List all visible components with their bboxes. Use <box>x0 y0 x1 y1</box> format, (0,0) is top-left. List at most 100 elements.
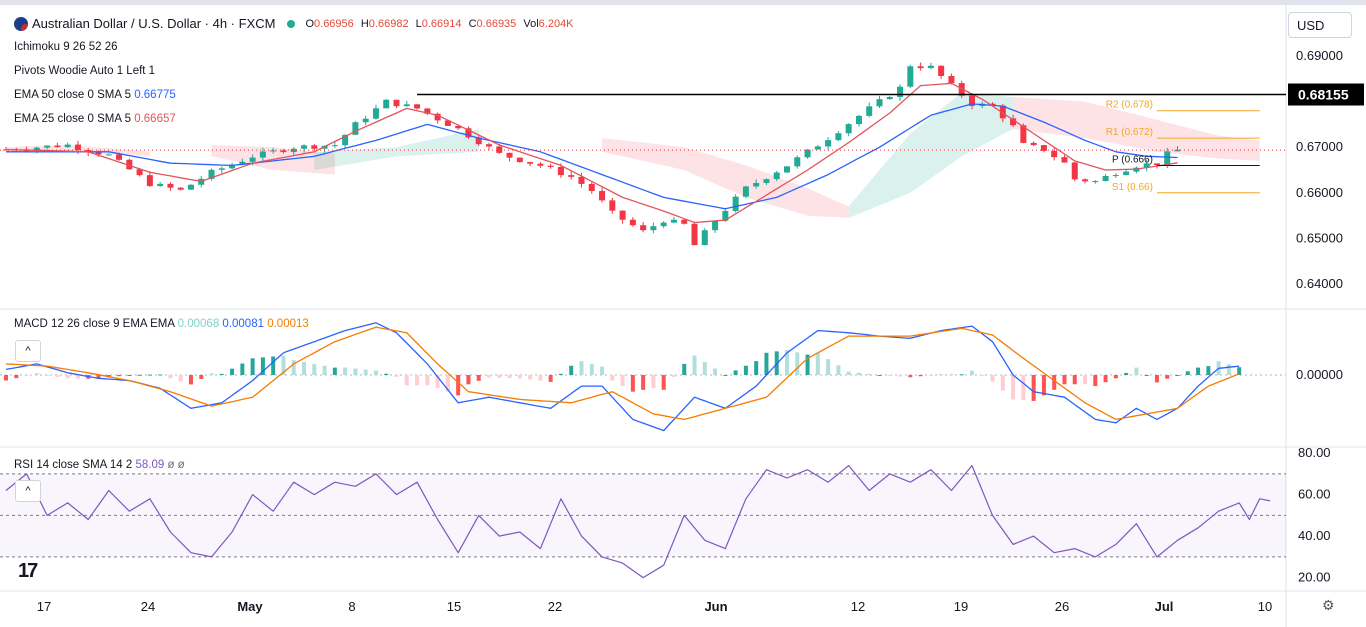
candle-body <box>527 162 534 164</box>
time-tick-label: 22 <box>548 599 562 614</box>
candle-body <box>619 210 626 220</box>
candle-body <box>588 183 595 191</box>
candle-body <box>74 144 81 150</box>
candle <box>64 142 71 148</box>
candle-body <box>701 230 708 246</box>
macd-signal-line <box>5 326 1240 421</box>
macd-histogram-bar <box>692 355 697 375</box>
legend-ema25[interactable]: EMA 25 close 0 SMA 5 0.66657 <box>14 113 176 125</box>
candle <box>1112 173 1119 178</box>
macd-histogram-bar <box>394 375 399 377</box>
candle <box>629 217 636 227</box>
macd-histogram-bar <box>651 375 656 388</box>
candle-body <box>814 146 821 150</box>
candle <box>917 62 924 71</box>
macd-histogram-bar <box>959 374 964 376</box>
candle-body <box>650 226 657 231</box>
candle <box>1040 144 1047 153</box>
candle-body <box>917 66 924 69</box>
candle-body <box>290 148 297 153</box>
candle <box>650 222 657 234</box>
candle <box>157 181 164 187</box>
candle <box>835 131 842 142</box>
macd-histogram-bar <box>569 365 574 375</box>
collapse-macd-button[interactable]: ^ <box>15 340 41 362</box>
legend-macd[interactable]: MACD 12 26 close 9 EMA EMA 0.00068 0.000… <box>14 318 309 330</box>
tv-logo-text: 17 <box>18 560 38 582</box>
time-tick-label: Jul <box>1155 599 1174 614</box>
chart-root: R2 (0.678) R1 (0.672) P (0.666) S1 (0.66) 0… <box>0 0 1366 627</box>
chevron-up-icon: ^ <box>25 345 31 357</box>
macd-histogram-bar <box>1072 375 1077 385</box>
candle-body <box>681 219 688 224</box>
price-tick-label: 0.65000 <box>1296 230 1343 245</box>
macd-histogram-bar <box>846 371 851 375</box>
macd-histogram-bar <box>1093 375 1098 387</box>
candle <box>547 163 554 169</box>
candle-body <box>485 144 492 147</box>
macd-histogram-bar <box>661 375 666 390</box>
macd-histogram-bar <box>384 373 389 375</box>
macd-histogram-bar <box>363 369 368 375</box>
macd-histogram-bar <box>610 375 615 381</box>
macd-signal-value: 0.00013 <box>267 318 309 330</box>
candle <box>876 95 883 108</box>
collapse-rsi-button[interactable]: ^ <box>15 480 41 502</box>
symbol-title[interactable]: Australian Dollar / U.S. Dollar · 4h · F… <box>32 16 275 31</box>
candle-body <box>876 99 883 107</box>
open-value: 0.66956 <box>314 17 354 30</box>
candle <box>1030 141 1037 147</box>
candle <box>1133 166 1140 174</box>
candle <box>146 171 153 187</box>
ichimoku-cloud <box>6 92 1260 218</box>
candle <box>537 162 544 168</box>
macd-histogram-bar <box>908 375 913 378</box>
settings-icon[interactable]: ⚙ <box>1322 597 1335 614</box>
macd-histogram-bar <box>507 375 512 379</box>
currency-button[interactable]: USD <box>1288 12 1352 38</box>
candle <box>938 65 945 79</box>
candle <box>814 144 821 150</box>
resistance-price-label: 0.68155 <box>1298 87 1349 103</box>
macd-histogram-bar <box>188 375 193 385</box>
currency-label: USD <box>1297 18 1325 33</box>
macd-histogram-bar <box>158 374 163 376</box>
candle <box>465 126 472 140</box>
rsi-value: 58.09 <box>135 459 165 471</box>
candle-body <box>886 97 893 100</box>
candle <box>506 152 513 162</box>
candle-body <box>537 163 544 166</box>
time-tick-label: 19 <box>954 599 968 614</box>
low-label: L <box>415 17 422 30</box>
chart-canvas[interactable]: R2 (0.678) R1 (0.672) P (0.666) S1 (0.66) 0… <box>0 0 1366 627</box>
candle-body <box>660 222 667 227</box>
macd-histogram-bar <box>14 375 19 379</box>
macd-histogram-bar <box>373 370 378 375</box>
candle-body <box>1153 163 1160 165</box>
macd-histogram-bar <box>1134 367 1139 375</box>
macd-histogram-bar <box>117 375 122 377</box>
candle <box>516 157 523 163</box>
macd-tick-label: 0.00000 <box>1296 367 1343 382</box>
legend-ichimoku[interactable]: Ichimoku 9 26 52 26 <box>14 41 118 53</box>
candle <box>794 155 801 169</box>
candle-body <box>599 190 606 201</box>
tradingview-logo-icon[interactable]: 17 <box>18 560 38 583</box>
legend-ema50[interactable]: EMA 50 close 0 SMA 5 0.66775 <box>14 89 176 101</box>
time-tick-label: 8 <box>348 599 355 614</box>
macd-histogram-bar <box>147 374 152 376</box>
macd-histogram-bar <box>620 375 625 387</box>
candle-body <box>609 200 616 211</box>
candle-body <box>157 183 164 186</box>
candle <box>218 166 225 174</box>
market-status-icon <box>287 19 296 28</box>
candle-body <box>1102 175 1109 182</box>
macd-histogram-bar <box>219 373 224 375</box>
legend-pivots[interactable]: Pivots Woodie Auto 1 Left 1 <box>14 65 155 77</box>
candle <box>393 99 400 109</box>
legend-rsi[interactable]: RSI 14 close SMA 14 2 58.09 ø ø <box>14 459 185 471</box>
rsi-label: RSI 14 close SMA 14 2 <box>14 459 133 471</box>
macd-histogram-bar <box>754 361 759 375</box>
macd-histogram-bar <box>302 362 307 375</box>
candle-body <box>187 184 194 190</box>
